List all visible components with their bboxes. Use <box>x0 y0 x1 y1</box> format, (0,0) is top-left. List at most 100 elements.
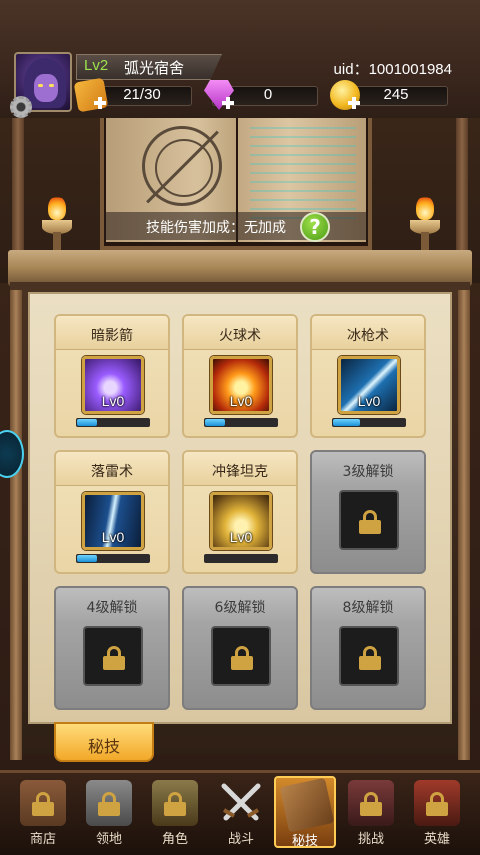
shop-icon <box>20 780 66 826</box>
flame-icon <box>48 196 66 220</box>
skill-name: 火球术 <box>219 328 261 344</box>
lock-icon <box>231 646 253 670</box>
skill-progress-track <box>76 554 150 563</box>
pillar-right <box>456 118 468 268</box>
skill-progress-fill <box>77 555 98 562</box>
nav-shop[interactable]: 商店 <box>12 776 74 848</box>
territory-icon <box>86 780 132 826</box>
avatar-face <box>34 74 58 102</box>
settings-gear-icon[interactable] <box>10 96 32 118</box>
locked-skill-slot[interactable]: 3级解锁 <box>310 450 426 574</box>
skill-level: Lv0 <box>229 393 253 409</box>
lock-box <box>211 626 271 686</box>
skill-progress-fill <box>333 419 361 426</box>
player-uid: uid：1001001984 <box>333 61 452 78</box>
lock-icon <box>426 792 448 816</box>
gold-value: 245 <box>383 86 409 103</box>
lock-icon <box>359 646 381 670</box>
skill-name: 冰枪术 <box>347 328 389 344</box>
shadow-arrow-icon: Lv0 <box>82 356 144 414</box>
skill-card[interactable]: 冰枪术 Lv0 <box>310 314 426 438</box>
player-level: Lv2 <box>84 57 109 74</box>
lock-body <box>164 802 186 816</box>
skill-card[interactable]: 冲锋坦克 Lv0 <box>182 450 298 574</box>
lock-body <box>359 656 381 670</box>
unlock-requirement: 3级解锁 <box>342 464 394 480</box>
unlock-requirement: 4级解锁 <box>86 600 138 616</box>
rune-circle-icon <box>142 126 222 206</box>
glowing-glyphs <box>250 126 356 226</box>
lock-icon <box>360 792 382 816</box>
skill-progress-fill <box>77 419 98 426</box>
secret-skill-tab[interactable]: 秘技 <box>54 722 154 762</box>
skill-grid: 暗影箭 Lv0 火球术 Lv0 冰枪术 Lv0 落雷术 Lv0 冲锋坦克 Lv0… <box>40 302 440 712</box>
lock-body <box>103 656 125 670</box>
ice-spear-icon: Lv0 <box>338 356 400 414</box>
skill-level: Lv0 <box>357 393 381 409</box>
nav-label: 秘技 <box>291 834 318 849</box>
skill-level: Lv0 <box>101 529 125 545</box>
skill-card[interactable]: 火球术 Lv0 <box>182 314 298 438</box>
skill-card[interactable]: 暗影箭 Lv0 <box>54 314 170 438</box>
secret-skill-icon <box>279 777 335 833</box>
nav-character[interactable]: 角色 <box>144 776 206 848</box>
lock-icon <box>164 792 186 816</box>
challenge-icon <box>348 780 394 826</box>
skill-name: 暗影箭 <box>91 328 133 344</box>
nav-territory[interactable]: 领地 <box>78 776 140 848</box>
nav-label: 领地 <box>95 832 122 847</box>
lock-body <box>231 656 253 670</box>
skill-bonus-text: 技能伤害加成：无加成 <box>146 220 286 236</box>
lock-icon <box>98 792 120 816</box>
add-gems-button[interactable] <box>222 97 234 109</box>
skill-progress-track <box>76 418 150 427</box>
lock-body <box>359 520 381 534</box>
hero-icon <box>414 780 460 826</box>
nav-label: 英雄 <box>423 832 450 847</box>
nav-label: 战斗 <box>227 832 254 847</box>
locked-skill-slot[interactable]: 8级解锁 <box>310 586 426 710</box>
lock-body <box>360 802 382 816</box>
fireball-icon: Lv0 <box>210 356 272 414</box>
lightning-icon: Lv0 <box>82 492 144 550</box>
lock-box <box>339 490 399 550</box>
lock-body <box>426 802 448 816</box>
avatar-eye <box>49 84 54 87</box>
lock-body <box>98 802 120 816</box>
secret-skill-tab-label: 秘技 <box>87 737 120 756</box>
nav-battle[interactable]: 战斗 <box>210 776 272 848</box>
game-screen: Lv2 弧光宿舍 uid：1001001984 21/30 0 245 技能伤害… <box>0 0 480 855</box>
locked-skill-slot[interactable]: 6级解锁 <box>182 586 298 710</box>
torch-right-icon <box>410 196 440 250</box>
pillar-left <box>12 118 24 268</box>
flame-icon <box>416 196 434 220</box>
skill-level: Lv0 <box>229 529 253 545</box>
skill-progress-track <box>332 418 406 427</box>
torch-left-icon <box>42 196 72 250</box>
skill-name: 落雷术 <box>91 464 133 480</box>
charge-tank-icon: Lv0 <box>210 492 272 550</box>
avatar-eye <box>38 84 43 87</box>
skill-name: 冲锋坦克 <box>212 464 268 480</box>
lock-box <box>83 626 143 686</box>
lock-box <box>339 626 399 686</box>
battle-icon <box>218 780 264 826</box>
add-energy-button[interactable] <box>94 97 106 109</box>
scroll-rod-left <box>10 290 22 760</box>
nav-hero[interactable]: 英雄 <box>406 776 468 848</box>
locked-skill-slot[interactable]: 4级解锁 <box>54 586 170 710</box>
lock-body <box>32 802 54 816</box>
skill-progress-track <box>204 554 278 563</box>
torch-stem <box>53 232 61 250</box>
wooden-shelf <box>8 250 472 286</box>
add-gold-button[interactable] <box>348 97 360 109</box>
unlock-requirement: 8级解锁 <box>342 600 394 616</box>
nav-challenge[interactable]: 挑战 <box>340 776 402 848</box>
nav-secret-skill[interactable]: 秘技 <box>274 776 336 849</box>
skill-progress-fill <box>205 419 226 426</box>
lock-icon <box>359 510 381 534</box>
help-button[interactable]: ? <box>300 212 330 242</box>
skill-progress-track <box>204 418 278 427</box>
skill-card[interactable]: 落雷术 Lv0 <box>54 450 170 574</box>
character-icon <box>152 780 198 826</box>
